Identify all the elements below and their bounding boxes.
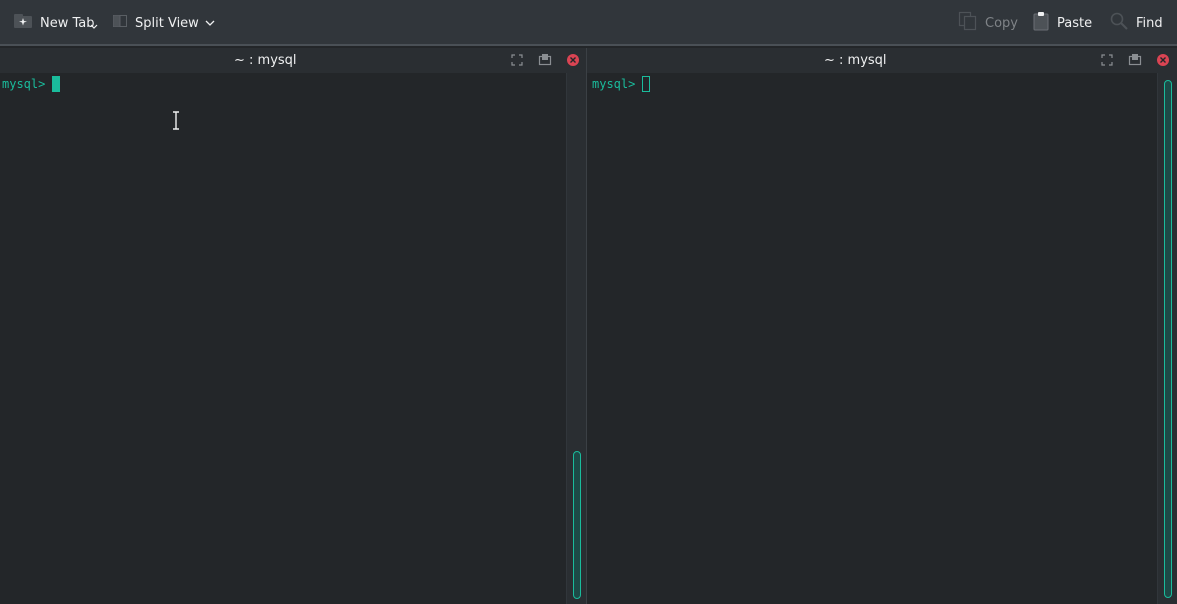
close-icon[interactable]	[1156, 53, 1170, 67]
prompt-text: mysql>	[2, 77, 46, 91]
copy-label: Copy	[985, 15, 1018, 31]
detach-icon[interactable]	[1128, 53, 1142, 67]
split-view-button[interactable]: Split View	[112, 8, 199, 38]
terminal-output[interactable]: mysql>	[0, 73, 566, 604]
new-tab-label: New Tab	[40, 15, 95, 31]
chevron-down-icon[interactable]	[89, 22, 99, 32]
chevron-down-icon[interactable]	[203, 17, 217, 29]
text-cursor	[52, 76, 61, 92]
scroll-thumb[interactable]	[573, 451, 581, 599]
close-icon[interactable]	[566, 53, 580, 67]
scrollbar[interactable]	[566, 73, 586, 604]
split-view-label: Split View	[135, 15, 199, 31]
scroll-thumb[interactable]	[1164, 80, 1172, 598]
terminal-pane-left[interactable]: ~ : mysql mysql>	[0, 48, 586, 604]
paste-button[interactable]: Paste	[1032, 8, 1092, 38]
maximize-icon[interactable]	[510, 53, 524, 67]
copy-button[interactable]: Copy	[958, 8, 1018, 38]
pane-header: ~ : mysql	[0, 48, 586, 73]
terminal-output[interactable]: mysql>	[587, 73, 1157, 604]
new-tab-icon	[13, 13, 33, 33]
pane-title: ~ : mysql	[824, 53, 887, 68]
terminal-pane-right[interactable]: ~ : mysql mysql>	[587, 48, 1177, 604]
find-button[interactable]: Find	[1109, 8, 1163, 38]
paste-icon	[1032, 11, 1050, 35]
text-cursor	[642, 76, 651, 92]
find-label: Find	[1136, 15, 1163, 31]
scrollbar[interactable]	[1157, 73, 1177, 604]
paste-label: Paste	[1057, 15, 1093, 31]
pane-header: ~ : mysql	[587, 48, 1177, 73]
detach-icon[interactable]	[538, 53, 552, 67]
new-tab-button[interactable]: New Tab	[13, 8, 95, 38]
ibeam-cursor-icon	[173, 111, 179, 130]
maximize-icon[interactable]	[1100, 53, 1114, 67]
copy-icon	[958, 11, 978, 35]
prompt-text: mysql>	[592, 77, 636, 91]
split-view-icon	[112, 13, 128, 33]
prompt-line: mysql>	[592, 76, 651, 92]
search-icon	[1109, 11, 1129, 35]
prompt-line: mysql>	[2, 76, 61, 92]
pane-title: ~ : mysql	[234, 53, 297, 68]
toolbar: New Tab Split View Copy Paste Find	[0, 0, 1177, 46]
